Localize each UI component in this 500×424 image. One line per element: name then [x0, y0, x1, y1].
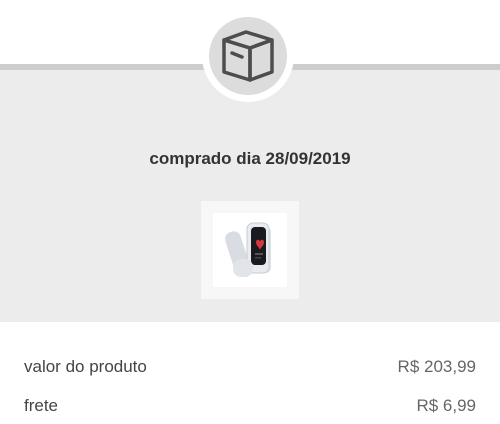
product-value: R$ 203,99	[397, 357, 476, 376]
purchase-date: comprado dia 28/09/2019	[149, 149, 351, 168]
box-icon-badge	[202, 10, 294, 102]
product-value-row: valor do produto R$ 203,99	[24, 357, 476, 377]
box-icon	[222, 30, 274, 82]
order-detail-page: comprado dia 28/09/2019 valor do produto…	[0, 0, 500, 424]
box-icon-circle	[209, 17, 287, 95]
fitness-band-image	[213, 213, 287, 287]
shipping-row: frete R$ 6,99	[24, 396, 476, 416]
product-value-label: valor do produto	[24, 357, 147, 376]
shipping-value: R$ 6,99	[416, 396, 476, 415]
fitness-band-icon	[225, 222, 271, 277]
shipping-label: frete	[24, 396, 59, 415]
product-thumbnail[interactable]	[201, 201, 299, 299]
